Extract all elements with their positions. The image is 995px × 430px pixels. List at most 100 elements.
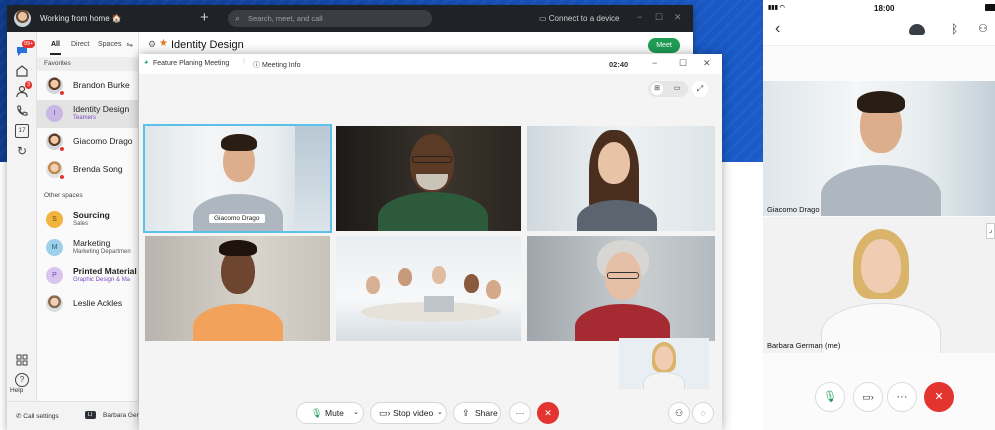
list-item[interactable]: Brandon Burke	[37, 72, 138, 100]
search-input[interactable]: ⌕ Search, meet, and call	[228, 10, 432, 27]
person-face	[655, 346, 673, 370]
layout-switcher: ⊞ ▭	[648, 81, 688, 97]
battery-icon	[985, 4, 995, 11]
chat-icon[interactable]: ◌	[692, 402, 714, 424]
list-item[interactable]: Leslie Ackles	[37, 290, 138, 318]
list-item[interactable]: S Sourcing Sales	[37, 206, 138, 234]
avatar: S	[46, 211, 63, 228]
participants-icon[interactable]: ⚇	[668, 402, 690, 424]
presence-dot	[59, 146, 65, 152]
share-button[interactable]: ⇪ Share	[453, 402, 501, 424]
device-pair-icon[interactable]	[909, 24, 925, 35]
fullscreen-icon[interactable]: ⤢	[692, 81, 708, 97]
device-user[interactable]: Barbara Ger	[103, 412, 139, 419]
collapse-icon[interactable]: ⌟	[986, 223, 995, 239]
list-item[interactable]: P Printed Material Graphic Design & Ma	[37, 262, 138, 290]
favorites-header: Favorites	[37, 57, 138, 71]
mute-button[interactable]: 🎙︎ Mute ⌄	[296, 402, 364, 424]
filter-icon[interactable]: ⇋	[126, 40, 133, 49]
mobile-video-barbara[interactable]: Barbara German (me) ⌟	[763, 217, 995, 353]
chevron-down-icon[interactable]: ⌄	[353, 403, 359, 423]
share-label: Share	[475, 408, 498, 418]
back-chevron-icon[interactable]: ‹	[775, 20, 780, 38]
chevron-down-icon[interactable]: ⌄	[437, 403, 443, 423]
video-tile-3[interactable]	[527, 126, 715, 231]
device-tag: LI	[85, 411, 96, 419]
stop-video-label: Stop video	[393, 408, 434, 418]
mobile-mute-button[interactable]: 🎙︎	[815, 382, 845, 412]
mobile-video-button[interactable]: ▭›	[853, 382, 883, 412]
help-label[interactable]: Help	[10, 387, 23, 394]
calls-icon[interactable]	[15, 104, 29, 118]
space-name: Sourcing	[73, 210, 110, 220]
maximize-button[interactable]: ☐	[655, 12, 663, 23]
video-tile-6[interactable]	[527, 236, 715, 341]
space-name: Printed Material	[73, 266, 137, 276]
person-body	[821, 165, 941, 216]
device-icon: ▭	[539, 14, 549, 23]
apps-grid-icon[interactable]	[15, 354, 29, 368]
list-item[interactable]: I Identity Design Teamers	[37, 100, 138, 128]
tab-spaces[interactable]: Spaces	[98, 41, 121, 48]
contacts-badge: 3	[25, 81, 33, 89]
video-tile-4[interactable]	[145, 236, 330, 341]
tab-all[interactable]: All	[50, 41, 61, 55]
bluetooth-icon[interactable]: ᛒ	[951, 22, 958, 36]
grid-layout-icon[interactable]: ⊞	[651, 83, 663, 95]
list-item[interactable]: Giacomo Drago	[37, 128, 138, 156]
list-item[interactable]: Brenda Song	[37, 156, 138, 184]
laptop-decor	[424, 296, 454, 312]
meeting-header: ◕ Feature Planing Meeting | ⓘ Meeting In…	[139, 54, 722, 74]
star-icon[interactable]: ★	[159, 38, 168, 49]
mobile-end-call-button[interactable]: ✕	[924, 382, 954, 412]
minimize-button[interactable]: −	[637, 12, 642, 22]
participants-icon[interactable]: ⚇	[978, 22, 988, 35]
person-face	[398, 268, 412, 286]
meet-button[interactable]: Meet	[648, 38, 680, 53]
presence-dot	[59, 174, 65, 180]
other-spaces-header: Other spaces	[37, 189, 138, 203]
person-body	[193, 304, 283, 341]
connect-device-button[interactable]: ▭ Connect to a device	[539, 14, 620, 23]
space-sub: Sales	[73, 221, 89, 227]
meeting-minimize-button[interactable]: −	[652, 58, 657, 68]
person-face	[464, 274, 479, 293]
meeting-info-button[interactable]: ⓘ Meeting Info	[253, 60, 300, 70]
help-icon[interactable]: ?	[15, 373, 29, 387]
teams-icon[interactable]	[15, 64, 29, 78]
stop-video-button[interactable]: ▭› Stop video ⌄	[370, 402, 447, 424]
video-tile-giacomo[interactable]: Giacomo Drago	[143, 124, 332, 233]
end-call-button[interactable]: ✕	[537, 402, 559, 424]
meeting-maximize-button[interactable]: ☐	[679, 58, 687, 69]
nav-rail: 99+ 3 17 ↻ ? Help	[7, 32, 37, 430]
glasses-decor	[607, 272, 639, 279]
tab-direct[interactable]: Direct	[71, 41, 89, 48]
list-item[interactable]: M Marketing Marketing Departmen	[37, 234, 138, 262]
participant-name: Barbara German (me)	[767, 341, 841, 350]
more-options-button[interactable]: ···	[509, 402, 531, 424]
settings-gear-icon[interactable]: ⚙	[148, 39, 156, 50]
close-button[interactable]: ✕	[674, 12, 682, 23]
glasses-decor	[412, 156, 452, 163]
video-tile-5[interactable]	[336, 236, 521, 341]
camera-icon: ▭›	[862, 392, 874, 402]
space-sub: Graphic Design & Ma	[73, 277, 131, 283]
calendar-icon[interactable]: 17	[15, 124, 29, 138]
mobile-video-giacomo[interactable]: Giacomo Drago	[763, 81, 995, 216]
person-face	[486, 280, 501, 299]
mobile-more-button[interactable]: ···	[887, 382, 917, 412]
phone-nav-bar: ‹ ᛒ ⚇	[763, 16, 995, 46]
refresh-icon[interactable]: ↻	[15, 144, 29, 158]
user-avatar[interactable]	[14, 10, 31, 27]
meeting-controls: 🎙︎ Mute ⌄ ▭› Stop video ⌄ ⇪ Share ··· ✕ …	[139, 394, 722, 430]
video-tile-2[interactable]	[336, 126, 521, 231]
status-text[interactable]: Working from home 🏠	[40, 14, 122, 23]
self-view-video[interactable]	[619, 338, 709, 389]
stage-layout-icon[interactable]: ▭	[671, 83, 683, 95]
meeting-info-label: Meeting Info	[261, 62, 301, 69]
meeting-close-button[interactable]: ✕	[703, 58, 711, 69]
phone-time: 18:00	[874, 4, 895, 13]
call-settings-button[interactable]: ✆ Call settings	[16, 412, 59, 420]
plus-icon[interactable]: +	[200, 9, 209, 26]
participant-name: Giacomo Drago	[209, 214, 265, 223]
